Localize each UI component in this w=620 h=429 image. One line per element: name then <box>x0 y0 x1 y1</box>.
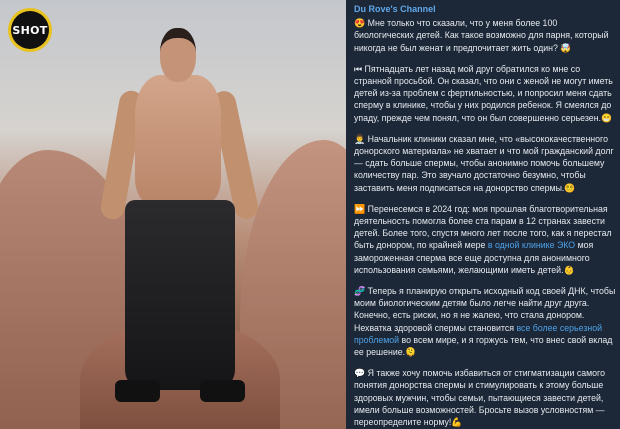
post-photo[interactable]: SHOT <box>0 0 346 429</box>
paragraph-emoji-icon: 🧬 <box>354 286 366 297</box>
message-text: Пятнадцать лет назад мой друг обратился … <box>354 63 613 123</box>
message-paragraph: 🧬 Теперь я планирую открыть исходный код… <box>354 285 616 358</box>
message-text: 😁 <box>601 112 612 123</box>
inline-link[interactable]: в одной клинике ЭКО <box>488 240 575 250</box>
message-text: 👶 <box>563 264 575 275</box>
paragraph-emoji-icon: ⏮ <box>354 63 363 74</box>
paragraph-emoji-icon: 💬 <box>354 368 366 379</box>
message-text: 💪 <box>451 417 463 428</box>
message-paragraph: 😍 Мне только что сказали, что у меня бол… <box>354 17 616 54</box>
channel-name[interactable]: Du Rove's Channel <box>354 3 616 15</box>
message-text: 🫠 <box>405 347 417 358</box>
message-paragraph: 👨‍⚕️ Начальник клиники сказал мне, что «… <box>354 133 616 194</box>
message-paragraph: ⏩ Перенесемся в 2024 год: моя прошлая бл… <box>354 203 616 276</box>
message-text: Я также хочу помочь избавиться от стигма… <box>354 368 605 428</box>
paragraph-emoji-icon: ⏩ <box>354 203 366 214</box>
message-paragraph: 💬 Я также хочу помочь избавиться от стиг… <box>354 367 616 428</box>
shot-logo-text: SHOT <box>11 11 49 49</box>
shot-logo: SHOT <box>8 8 52 52</box>
paragraph-emoji-icon: 😍 <box>354 18 366 29</box>
message-bubble: Du Rove's Channel 😍 Мне только что сказа… <box>346 0 620 429</box>
message-text: 🤯 <box>560 42 572 53</box>
person-figure <box>98 20 261 410</box>
message-paragraph: ⏮ Пятнадцать лет назад мой друг обратилс… <box>354 63 616 124</box>
message-body: 😍 Мне только что сказали, что у меня бол… <box>354 17 616 428</box>
message-text: 😵‍💫 <box>564 182 576 193</box>
paragraph-emoji-icon: 👨‍⚕️ <box>354 133 366 144</box>
